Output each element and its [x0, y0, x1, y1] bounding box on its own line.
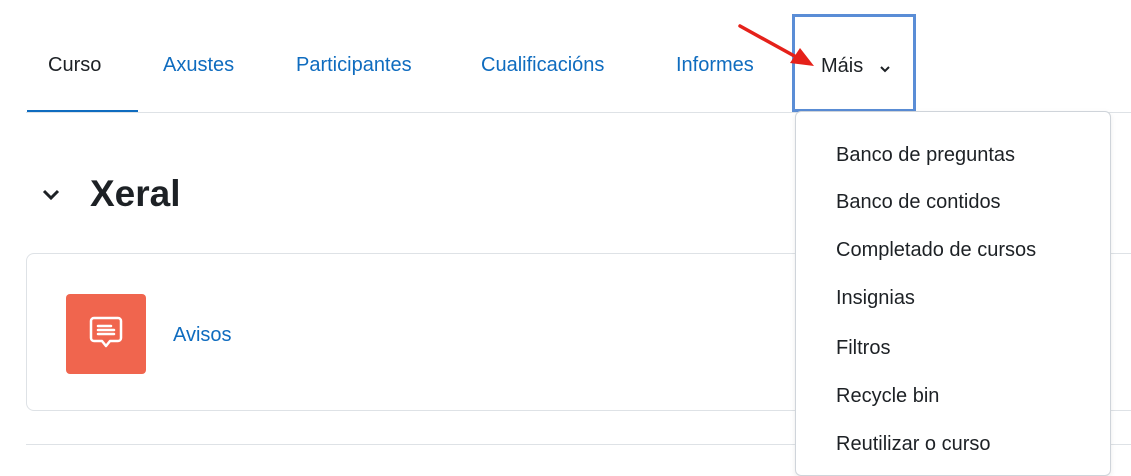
secondary-navigation: Curso Axustes Participantes Cualificació… — [0, 0, 1131, 113]
annotation-arrow-icon — [736, 22, 816, 72]
menu-item-completado-de-cursos[interactable]: Completado de cursos — [836, 239, 1036, 262]
menu-item-banco-de-preguntas[interactable]: Banco de preguntas — [836, 144, 1015, 167]
forum-icon[interactable] — [66, 294, 146, 374]
more-menu-label: Máis — [821, 55, 864, 77]
tab-curso[interactable]: Curso — [48, 54, 101, 77]
menu-item-banco-de-contidos[interactable]: Banco de contidos — [836, 191, 1001, 214]
menu-item-recycle-bin[interactable]: Recycle bin — [836, 385, 939, 408]
page: Curso Axustes Participantes Cualificació… — [0, 0, 1131, 476]
menu-item-insignias[interactable]: Insignias — [836, 287, 915, 310]
menu-item-filtros[interactable]: Filtros — [836, 337, 890, 360]
menu-item-reutilizar-o-curso[interactable]: Reutilizar o curso — [836, 433, 991, 456]
section-collapse-chevron-icon[interactable] — [40, 186, 62, 204]
activity-link-avisos[interactable]: Avisos — [173, 324, 232, 347]
tab-participantes[interactable]: Participantes — [296, 54, 412, 77]
more-dropdown-menu: Banco de preguntas Banco de contidos Com… — [795, 111, 1111, 476]
section-title: Xeral — [90, 173, 181, 214]
chevron-down-icon — [879, 61, 891, 73]
tab-axustes[interactable]: Axustes — [163, 54, 234, 77]
tab-cualificacions[interactable]: Cualificacións — [481, 54, 604, 77]
